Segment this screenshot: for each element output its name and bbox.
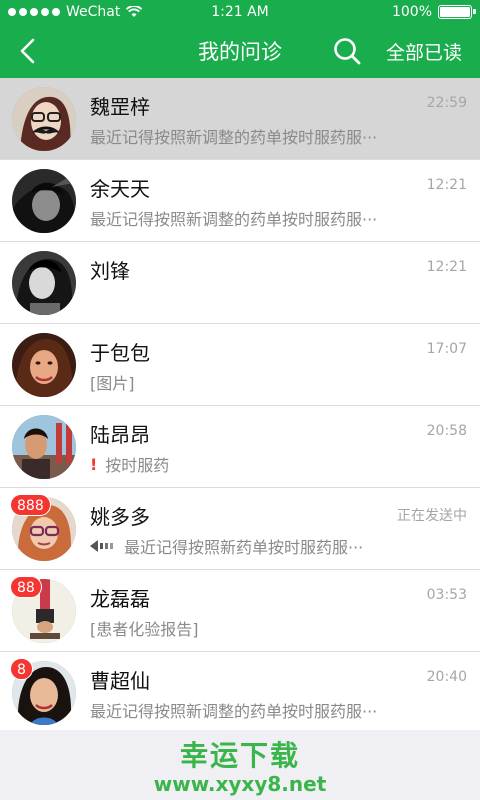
status-bar: WeChat 1:21 AM 100% <box>0 0 480 24</box>
conversation-list: 魏罡梓 22:59 最近记得按照新调整的药单按时服药服··· 余天天 12:21… <box>0 78 480 734</box>
contact-name: 刘锋 <box>90 259 130 283</box>
conversation-item[interactable]: 余天天 12:21 最近记得按照新调整的药单按时服药服··· <box>0 160 480 242</box>
status-right: 100% <box>391 4 476 20</box>
conversation-item[interactable]: 陆昂昂 20:58 ! 按时服药 <box>0 406 480 488</box>
message-preview: 最近记得按照新调整的药单按时服药服··· <box>90 124 430 148</box>
battery-percent: 100% <box>391 4 432 20</box>
contact-name: 魏罡梓 <box>90 95 150 119</box>
message-preview: 最近记得按照新调整的药单按时服药服··· <box>90 206 430 230</box>
conversation-item[interactable]: 魏罡梓 22:59 最近记得按照新调整的药单按时服药服··· <box>0 78 480 160</box>
watermark-title: 幸运下载 <box>179 739 300 772</box>
message-time: 12:21 <box>426 177 467 193</box>
battery-icon <box>438 5 476 19</box>
contact-name: 龙磊磊 <box>90 587 150 611</box>
preview-text: 按时服药 <box>105 456 170 475</box>
search-icon[interactable] <box>332 36 362 66</box>
message-time: 03:53 <box>426 587 467 603</box>
message-time: 17:07 <box>426 341 467 357</box>
message-time: 12:21 <box>426 259 467 275</box>
message-time: 20:40 <box>426 669 467 685</box>
message-preview: [患者化验报告] <box>90 616 430 640</box>
conversation-item[interactable]: 于包包 17:07 [图片] <box>0 324 480 406</box>
message-time: 22:59 <box>426 95 467 111</box>
conversation-item[interactable]: 刘锋 12:21 <box>0 242 480 324</box>
conversation-item[interactable]: 88 龙磊磊 03:53 [患者化验报告] <box>0 570 480 652</box>
contact-name: 姚多多 <box>90 505 150 529</box>
unread-badge: 88 <box>10 576 42 598</box>
preview-text: 最近记得按照新调整的药单按时服药服··· <box>90 128 378 147</box>
watermark-url: www.xyxy8.net <box>153 772 327 796</box>
sending-icon <box>90 540 113 552</box>
battery-fill <box>440 7 470 17</box>
contact-name: 于包包 <box>90 341 150 365</box>
watermark-footer: 幸运下载 www.xyxy8.net <box>0 730 480 800</box>
mark-all-read-button[interactable]: 全部已读 <box>386 38 462 65</box>
contact-name: 陆昂昂 <box>90 423 150 447</box>
contact-name: 曹超仙 <box>90 669 150 693</box>
message-preview: [图片] <box>90 370 430 394</box>
unread-badge: 888 <box>10 494 51 516</box>
preview-text: [患者化验报告] <box>90 620 199 639</box>
preview-text: 最近记得按照新调整的药单按时服药服··· <box>90 702 378 721</box>
message-preview: 最近记得按照新药单按时服药服··· <box>90 534 430 558</box>
app-screen: WeChat 1:21 AM 100% 我的问诊 全部已读 魏罡梓 22:59 … <box>0 0 480 800</box>
alert-mark-icon: ! <box>90 454 98 474</box>
conversation-item[interactable]: 888 姚多多 正在发送中 最近记得按照新药单按时服药服··· <box>0 488 480 570</box>
contact-name: 余天天 <box>90 177 150 201</box>
message-time: 20:58 <box>426 423 467 439</box>
avatar <box>12 251 76 315</box>
conversation-item[interactable]: 8 曹超仙 20:40 最近记得按照新调整的药单按时服药服··· <box>0 652 480 734</box>
avatar <box>12 415 76 479</box>
unread-badge: 8 <box>10 658 33 680</box>
preview-text: [图片] <box>90 374 135 393</box>
back-chevron-icon[interactable] <box>14 36 44 66</box>
message-status: 正在发送中 <box>397 508 467 524</box>
avatar <box>12 333 76 397</box>
nav-bar: 我的问诊 全部已读 <box>0 24 480 78</box>
avatar <box>12 87 76 151</box>
preview-text: 最近记得按照新药单按时服药服··· <box>124 538 364 557</box>
message-preview: ! 按时服药 <box>90 452 430 476</box>
message-preview: 最近记得按照新调整的药单按时服药服··· <box>90 698 430 722</box>
avatar <box>12 169 76 233</box>
preview-text: 最近记得按照新调整的药单按时服药服··· <box>90 210 378 229</box>
